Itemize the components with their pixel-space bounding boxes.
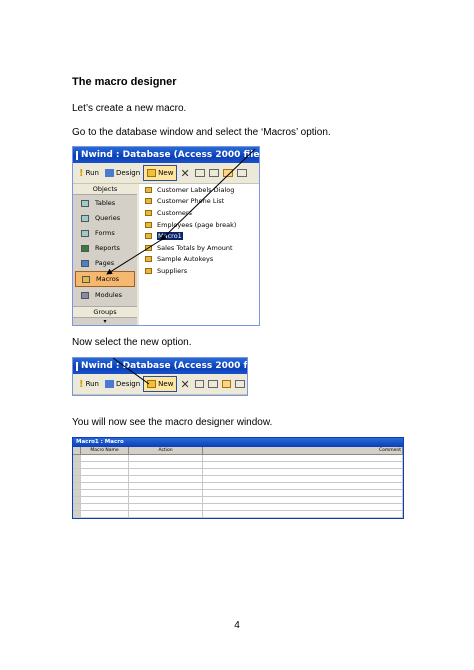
section-heading: The macro designer [72,76,177,88]
macro-window-title: Macro1 : Macro [73,438,403,447]
macro-row[interactable] [73,483,403,490]
macro-row[interactable] [73,469,403,476]
arrow-to-macros [106,239,162,275]
row-selector-header [73,447,81,454]
macro-row[interactable] [73,511,403,518]
macro-grid-header: Macro Name Action Comment [73,447,403,455]
column-macro-name: Macro Name [81,447,129,454]
database-toolbar-window: Nwind : Database (Access 2000 file forma… [72,357,248,396]
pointer-arrows [106,148,256,275]
macro-row[interactable] [73,490,403,497]
macro-row[interactable] [73,518,403,519]
paragraph-3: Now select the new option. [72,337,192,348]
macro-designer-window: Macro1 : Macro Macro Name Action Comment [72,437,404,519]
paragraph-1: Let’s create a new macro. [72,103,187,114]
database-window: Nwind : Database (Access 2000 file forma… [72,146,260,326]
macro-row[interactable] [73,462,403,469]
arrow-to-new-button [112,358,150,385]
column-action: Action [129,447,203,454]
page-number: 4 [234,620,240,631]
macro-row[interactable] [73,476,403,483]
macro-row[interactable] [73,455,403,462]
document-page: The macro designer Let’s create a new ma… [0,0,474,670]
pointer-arrow [112,358,150,385]
column-comment: Comment [203,447,403,454]
paragraph-2: Go to the database window and select the… [72,127,331,138]
macro-row[interactable] [73,504,403,511]
macro-grid: Macro Name Action Comment [73,447,403,518]
arrow-to-new-macro [160,148,256,241]
macro-row[interactable] [73,497,403,504]
paragraph-4: You will now see the macro designer wind… [72,417,273,428]
